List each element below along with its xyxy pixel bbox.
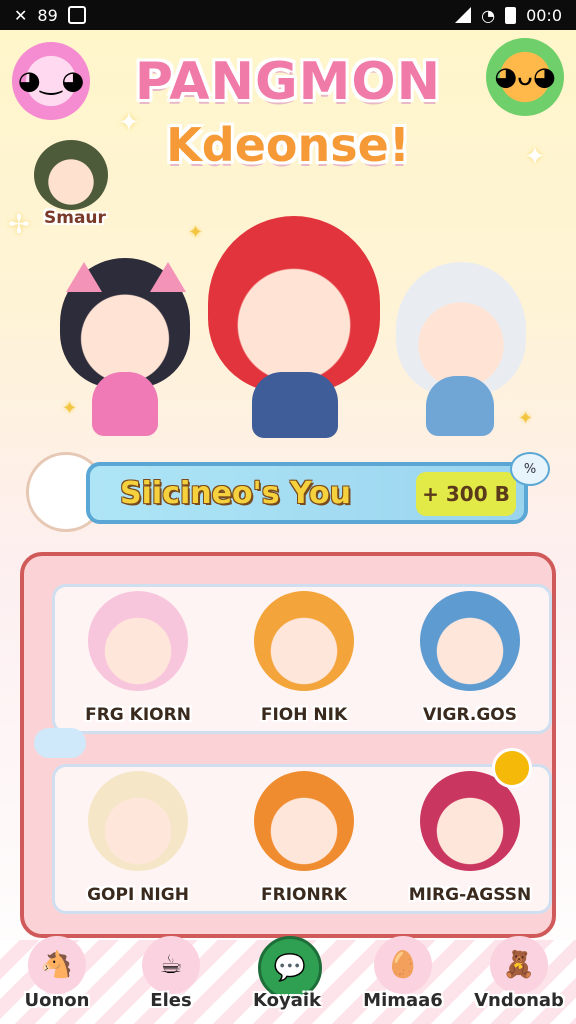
character-portrait xyxy=(420,591,520,691)
sparkle-icon: ✦ xyxy=(62,398,78,419)
bottom-navigation: 🐴 Uonon ☕ Eles 💬 Koyaik 🥚 Mimaa6 🧸 Vndon… xyxy=(0,936,576,1024)
side-character-label: Smaur xyxy=(44,208,106,228)
cat-ear-icon xyxy=(150,262,186,292)
status-left-text: 89 xyxy=(37,5,58,25)
clock: 00:0 xyxy=(526,5,562,25)
battery-icon xyxy=(505,6,517,24)
character-card[interactable]: MIRG-AGSSN xyxy=(387,767,553,911)
character-card[interactable]: VIGR.GOS xyxy=(387,587,553,731)
hero-outfit-light-blue xyxy=(426,376,494,436)
side-character-avatar[interactable] xyxy=(34,140,108,210)
nav-label: Vndonab xyxy=(474,990,564,1011)
nav-label: Koyaik xyxy=(252,990,322,1011)
bear-box-icon: 🧸 xyxy=(490,936,548,994)
nav-item-mimaa6[interactable]: 🥚 Mimaa6 xyxy=(348,936,458,1024)
character-name: GOPI NIGH xyxy=(87,885,189,905)
sparkle-icon: ✢ xyxy=(8,210,30,240)
character-portrait xyxy=(254,591,354,691)
character-name: MIRG-AGSSN xyxy=(408,885,532,905)
hero-character-red-hair[interactable] xyxy=(208,216,380,392)
status-bar: ✕ 89 ◔ 00:0 xyxy=(0,0,576,30)
roster-row: GOPI NIGH FRIONRK MIRG-AGSSN xyxy=(52,764,552,914)
character-card[interactable]: FRG KIORN xyxy=(55,587,221,731)
welcome-banner[interactable]: Siicineo's You + 300 B xyxy=(86,462,528,524)
currency-counter[interactable]: + 300 B xyxy=(416,472,516,516)
egg-icon: 🥚 xyxy=(374,936,432,994)
character-roster-panel: FRG KIORN FIOH NIK VIGR.GOS GOPI NIGH FR… xyxy=(20,552,556,938)
hero-outfit-pink xyxy=(92,372,158,436)
game-title: PANGMON xyxy=(134,52,442,112)
character-card[interactable]: FRIONRK xyxy=(221,767,387,911)
roster-row: FRG KIORN FIOH NIK VIGR.GOS xyxy=(52,584,552,734)
app-notification-icon xyxy=(67,6,86,24)
character-portrait xyxy=(88,771,188,871)
new-badge-icon[interactable] xyxy=(492,748,532,788)
nav-item-uonon[interactable]: 🐴 Uonon xyxy=(2,936,112,1024)
nav-item-koyaik[interactable]: 💬 Koyaik xyxy=(232,936,342,1024)
nav-item-eles[interactable]: ☕ Eles xyxy=(116,936,226,1024)
character-card[interactable]: FIOH NIK xyxy=(221,587,387,731)
sparkle-icon: ✦ xyxy=(188,222,204,243)
character-portrait xyxy=(254,771,354,871)
cat-ear-icon xyxy=(66,262,102,292)
nav-label: Mimaa6 xyxy=(363,990,443,1011)
character-name: VIGR.GOS xyxy=(423,705,517,725)
character-name: FRG KIORN xyxy=(85,705,191,725)
character-name: FRIONRK xyxy=(261,885,347,905)
character-name: FIOH NIK xyxy=(260,705,348,725)
character-portrait xyxy=(88,591,188,691)
banner-text: Siicineo's You xyxy=(120,476,351,511)
signal-icon xyxy=(455,7,472,23)
sparkle-icon: ✦ xyxy=(518,408,534,429)
nav-item-vndonab[interactable]: 🧸 Vndonab xyxy=(464,936,574,1024)
cloud-bubble-icon xyxy=(34,728,86,758)
character-card[interactable]: GOPI NIGH xyxy=(55,767,221,911)
banner-badge[interactable]: % xyxy=(510,452,550,486)
horse-icon: 🐴 xyxy=(28,936,86,994)
nav-label: Eles xyxy=(150,990,192,1011)
notification-icon: ✕ xyxy=(14,5,28,25)
hero-outfit-blue xyxy=(252,372,338,438)
wifi-icon: ◔ xyxy=(481,5,496,25)
nav-label: Uonon xyxy=(24,990,90,1011)
cup-icon: ☕ xyxy=(142,936,200,994)
